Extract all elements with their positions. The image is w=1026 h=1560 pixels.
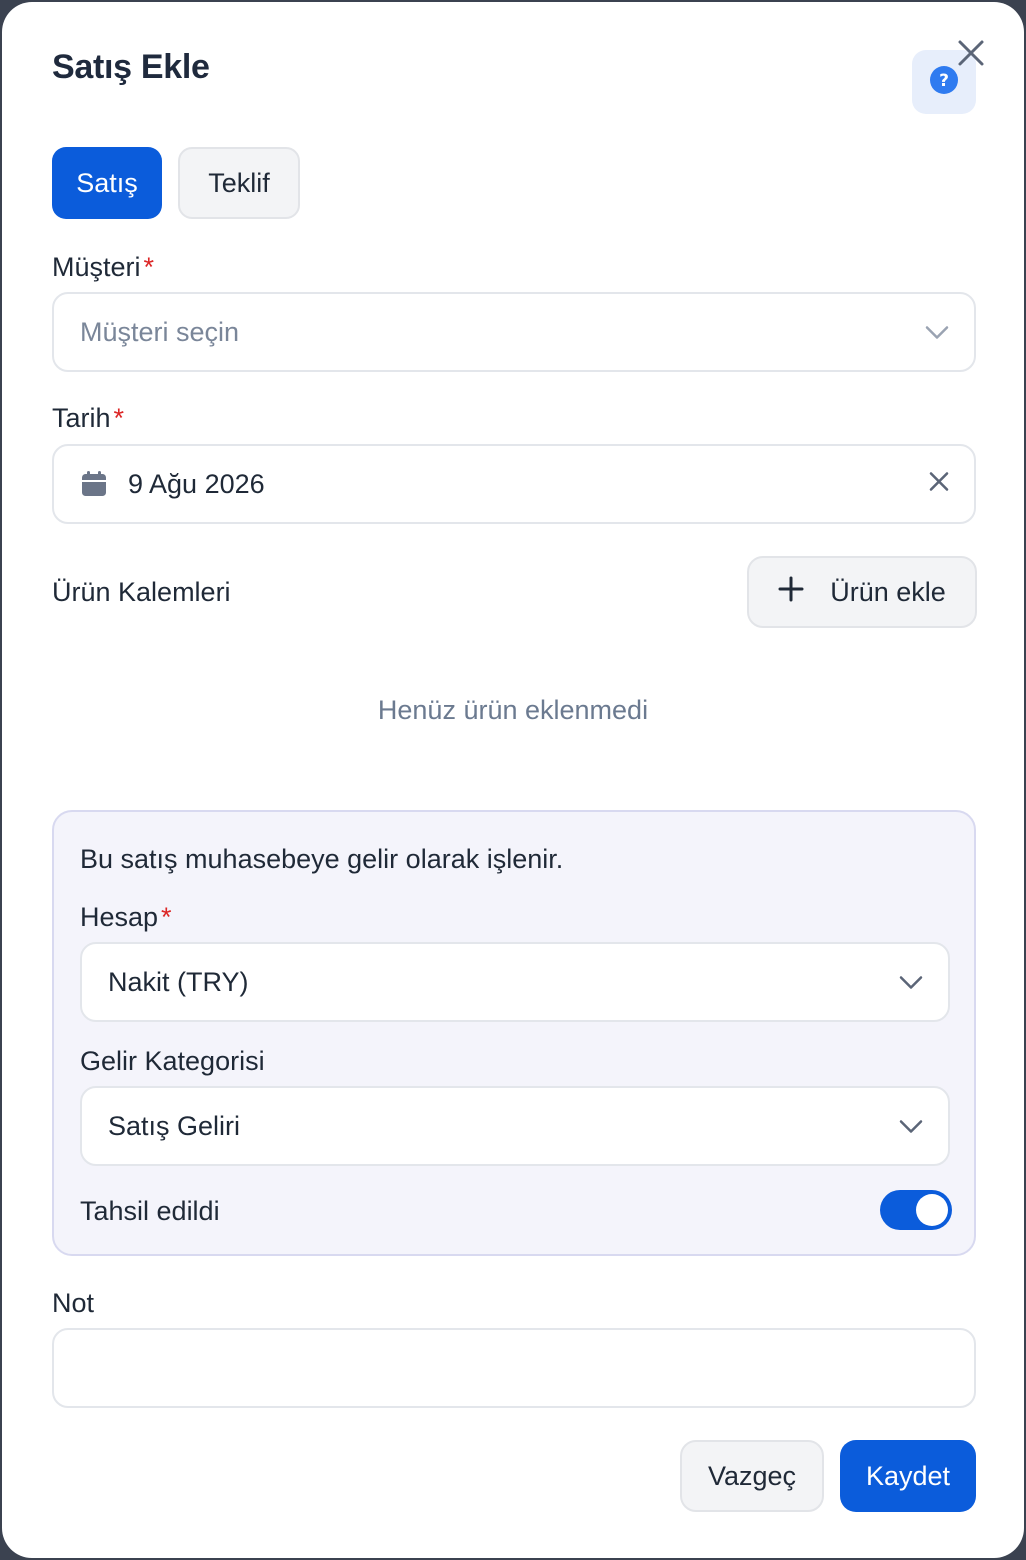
items-label: Ürün Kalemleri [52,577,231,607]
add-sale-dialog: Satış Ekle ? Satış Teklif Müşteri * Müşte… [2,2,1024,1558]
income-category-value: Satış Geliri [108,1110,241,1141]
tab-quote[interactable]: Teklif [178,147,300,219]
account-select[interactable]: Nakit (TRY) [80,942,950,1022]
add-item-label: Ürün ekle [830,576,946,607]
note-label: Not [52,1288,95,1318]
accounting-info: Bu satış muhasebeye gelir olarak işlenir… [80,844,564,874]
chevron-down-icon [898,967,924,998]
dialog-title: Satış Ekle [52,48,210,86]
close-button[interactable] [952,36,990,74]
svg-text:?: ? [939,71,949,91]
calendar-icon [80,470,108,498]
account-value: Nakit (TRY) [108,966,249,997]
chevron-down-icon [924,317,950,348]
customer-select[interactable]: Müşteri seçin [52,292,976,372]
required-mark: * [143,252,155,282]
income-category-label: Gelir Kategorisi [80,1046,265,1076]
account-label: Hesap * [80,902,172,933]
collected-label: Tahsil edildi [80,1196,220,1226]
plus-icon [778,576,804,609]
date-label-text: Tarih [52,403,111,433]
collected-toggle[interactable] [880,1190,952,1230]
date-picker[interactable]: 9 Ağu 2026 [52,444,976,524]
empty-items-text: Henüz ürün eklenmedi [377,695,649,725]
tab-sale[interactable]: Satış [52,147,162,219]
chevron-down-icon [898,1111,924,1142]
required-mark: * [113,403,125,433]
clear-x-icon[interactable] [928,469,950,500]
account-label-text: Hesap [80,902,159,932]
date-label: Tarih * [52,403,124,434]
note-field[interactable] [52,1328,976,1408]
accounting-panel: Bu satış muhasebeye gelir olarak işlenir… [52,810,976,1256]
customer-label: Müşteri * [52,252,154,283]
customer-placeholder: Müşteri seçin [80,316,240,347]
save-button[interactable]: Kaydet [840,1440,976,1512]
date-value: 9 Ağu 2026 [128,468,265,499]
required-mark: * [161,902,172,932]
toggle-knob [916,1194,948,1226]
customer-label-text: Müşteri [52,252,141,282]
cancel-button[interactable]: Vazgeç [680,1440,824,1512]
add-item-button[interactable]: Ürün ekle [747,556,977,628]
close-icon [957,39,985,72]
income-category-select[interactable]: Satış Geliri [80,1086,950,1166]
